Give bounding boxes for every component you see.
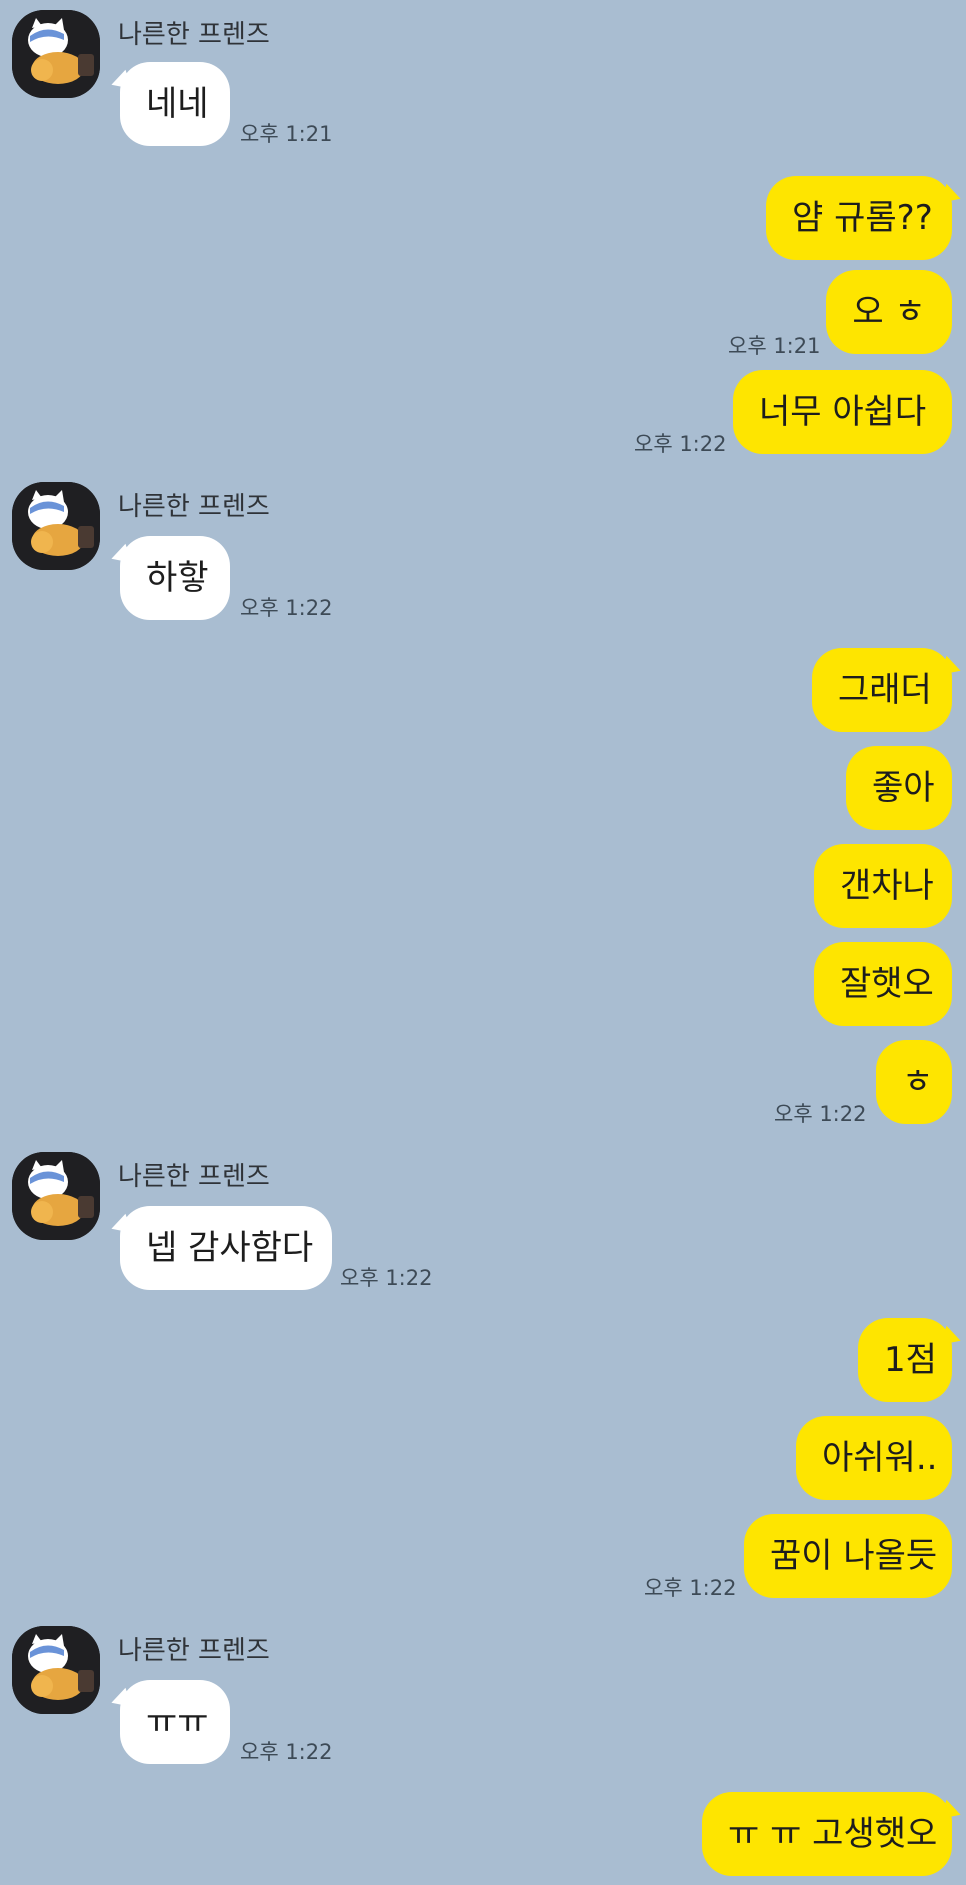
message-bubble-incoming[interactable]: 하핳 (120, 536, 230, 620)
sender-name: 나른한 프렌즈 (118, 20, 270, 50)
message-timestamp: 오후 1:22 (240, 596, 333, 620)
message-timestamp: 오후 1:21 (240, 122, 333, 146)
message-bubble-outgoing[interactable]: 아쉬워.. (796, 1416, 952, 1500)
friend-avatar-icon[interactable] (12, 10, 100, 98)
message-timestamp: 오후 1:22 (634, 432, 727, 456)
message-bubble-outgoing[interactable]: 갠차나 (814, 844, 952, 928)
message-bubble-incoming[interactable]: ㅠㅠ (120, 1680, 230, 1764)
sender-name: 나른한 프렌즈 (118, 1636, 270, 1666)
message-bubble-outgoing[interactable]: 얌 규롬?? (766, 176, 952, 260)
message-bubble-outgoing[interactable]: ㅠ ㅠ 고생햇오 (702, 1792, 952, 1876)
message-timestamp: 오후 1:22 (774, 1102, 867, 1126)
message-bubble-outgoing[interactable]: 잘햇오 (814, 942, 952, 1026)
message-bubble-incoming[interactable]: 네네 (120, 62, 230, 146)
message-timestamp: 오후 1:22 (644, 1576, 737, 1600)
sender-name: 나른한 프렌즈 (118, 492, 270, 522)
message-bubble-outgoing[interactable]: ㅎ (876, 1040, 952, 1124)
message-bubble-outgoing[interactable]: 꿈이 나올듯 (744, 1514, 952, 1598)
message-timestamp: 오후 1:21 (728, 334, 821, 358)
friend-avatar-icon[interactable] (12, 1626, 100, 1714)
friend-avatar-icon[interactable] (12, 482, 100, 570)
message-bubble-incoming[interactable]: 넵 감사함다 (120, 1206, 332, 1290)
message-timestamp: 오후 1:22 (240, 1740, 333, 1764)
message-bubble-outgoing[interactable]: 1점 (858, 1318, 952, 1402)
message-bubble-outgoing[interactable]: 너무 아쉽다 (733, 370, 952, 454)
message-bubble-outgoing[interactable]: 좋아 (846, 746, 952, 830)
message-bubble-outgoing[interactable]: 오 ㅎ (826, 270, 952, 354)
message-bubble-outgoing[interactable]: 그래더 (812, 648, 952, 732)
message-timestamp: 오후 1:22 (340, 1266, 433, 1290)
friend-avatar-icon[interactable] (12, 1152, 100, 1240)
sender-name: 나른한 프렌즈 (118, 1162, 270, 1192)
